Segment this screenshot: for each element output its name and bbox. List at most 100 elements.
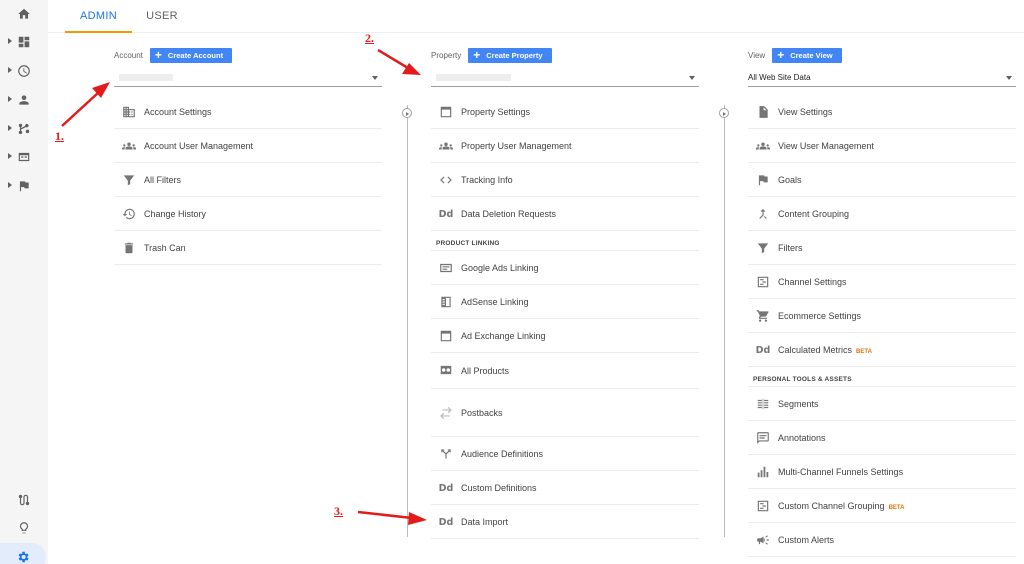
admin-panel: Account + Create Account Property + Create… [48,33,1024,564]
menu-item-calculated-metrics[interactable]: Dd Calculated Metrics BETA [748,333,1016,367]
person-icon[interactable] [0,86,48,114]
fork-icon [439,447,453,461]
menu-item-postbacks[interactable]: Postbacks [431,389,699,437]
menu-item-custom-alerts[interactable]: Custom Alerts [748,523,1016,557]
flag-icon[interactable] [0,172,48,200]
swap-icon [439,406,453,420]
view-menu: View Settings View User Management Goals… [748,95,1016,557]
home-icon[interactable] [0,0,48,28]
menu-item-custom-definitions[interactable]: Dd Custom Definitions [431,471,699,505]
link-box-icon [439,363,453,377]
dd-icon: Dd [755,344,771,356]
window-icon [439,105,453,119]
window-icon [439,329,453,343]
create-view-button[interactable]: + Create View [772,48,842,63]
dashboard-icon[interactable] [0,28,48,56]
people-icon [122,139,136,153]
menu-item-all-filters[interactable]: All Filters [114,163,382,197]
menu-item-filters[interactable]: Filters [748,231,1016,265]
menu-item-ad-exchange-linking[interactable]: Ad Exchange Linking [431,319,699,353]
menu-item-segments[interactable]: Segments [748,387,1016,421]
create-account-button[interactable]: + Create Account [149,48,233,63]
merge-icon [756,207,770,221]
lightbulb-icon[interactable] [0,514,48,542]
menu-item-custom-channel-grouping[interactable]: Custom Channel Grouping BETA [748,489,1016,523]
property-header: Property + Create Property [431,48,552,63]
filter-icon [756,241,770,255]
dropdown-arrow-icon [689,76,695,80]
segments-icon [756,397,770,411]
dropdown-arrow-icon [1006,76,1012,80]
menu-item-google-ads-linking[interactable]: Google Ads Linking [431,251,699,285]
account-label: Account [114,51,143,60]
menu-item-view-settings[interactable]: View Settings [748,95,1016,129]
create-property-button[interactable]: + Create Property [468,48,552,63]
annotation-2: 2. [365,31,374,45]
flag-icon [756,173,770,187]
arrow-circle-icon [719,108,729,118]
section-product-linking: PRODUCT LINKING [431,231,699,251]
clock-icon[interactable] [0,57,48,85]
menu-item-mcf-settings[interactable]: Multi-Channel Funnels Settings [748,455,1016,489]
channel-icon [756,499,770,513]
code-icon [439,173,453,187]
menu-item-data-deletion-requests[interactable]: Dd Data Deletion Requests [431,197,699,231]
view-header: View + Create View [748,48,842,63]
menu-item-channel-settings[interactable]: Channel Settings [748,265,1016,299]
menu-item-account-settings[interactable]: Account Settings [114,95,382,129]
gear-icon[interactable] [0,543,46,564]
menu-item-property-settings[interactable]: Property Settings [431,95,699,129]
menu-item-change-history[interactable]: Change History [114,197,382,231]
people-icon [756,139,770,153]
column-divider [724,105,725,537]
account-header: Account + Create Account [114,48,233,63]
adsense-icon [439,295,453,309]
menu-item-content-grouping[interactable]: Content Grouping [748,197,1016,231]
menu-item-audience-definitions[interactable]: Audience Definitions [431,437,699,471]
menu-item-data-import[interactable]: Dd Data Import [431,505,699,539]
account-selector[interactable] [114,69,382,87]
dd-icon: Dd [438,482,454,494]
tab-user[interactable]: USER [140,0,184,33]
menu-item-adsense-linking[interactable]: AdSense Linking [431,285,699,319]
megaphone-icon [756,533,770,547]
view-selected-value: All Web Site Data [748,73,811,82]
redacted-property-name [436,74,511,81]
section-personal-tools: PERSONAL TOOLS & ASSETS [748,367,1016,387]
column-divider [407,105,408,537]
property-menu: Property Settings Property User Manageme… [431,95,699,539]
menu-item-view-user-management[interactable]: View User Management [748,129,1016,163]
property-label: Property [431,51,462,60]
menu-item-account-user-management[interactable]: Account User Management [114,129,382,163]
bar-chart-icon [756,465,770,479]
building-icon [122,105,136,119]
acquisition-icon[interactable] [0,115,48,143]
people-icon [439,139,453,153]
menu-item-all-products[interactable]: All Products [431,353,699,389]
channel-icon [756,275,770,289]
menu-item-property-user-management[interactable]: Property User Management [431,129,699,163]
view-selector[interactable]: All Web Site Data [748,69,1016,87]
dd-icon: Dd [438,208,454,220]
menu-item-ecommerce-settings[interactable]: Ecommerce Settings [748,299,1016,333]
property-selector[interactable] [431,69,699,87]
annotation-1: 1. [55,129,64,143]
left-rail [0,0,48,564]
menu-item-annotations[interactable]: Annotations [748,421,1016,455]
annotation-3: 3. [334,504,343,518]
beta-badge: BETA [856,348,872,355]
comment-icon [756,431,770,445]
ads-icon [439,261,453,275]
cart-icon [756,309,770,323]
menu-item-goals[interactable]: Goals [748,163,1016,197]
history-icon [122,207,136,221]
menu-item-tracking-info[interactable]: Tracking Info [431,163,699,197]
document-icon [756,105,770,119]
trash-icon [122,241,136,255]
dd-icon: Dd [438,516,454,528]
route-icon[interactable] [0,486,48,514]
behavior-icon[interactable] [0,143,48,171]
account-menu: Account Settings Account User Management… [114,95,382,265]
tab-admin[interactable]: ADMIN [65,0,132,33]
menu-item-trash-can[interactable]: Trash Can [114,231,382,265]
